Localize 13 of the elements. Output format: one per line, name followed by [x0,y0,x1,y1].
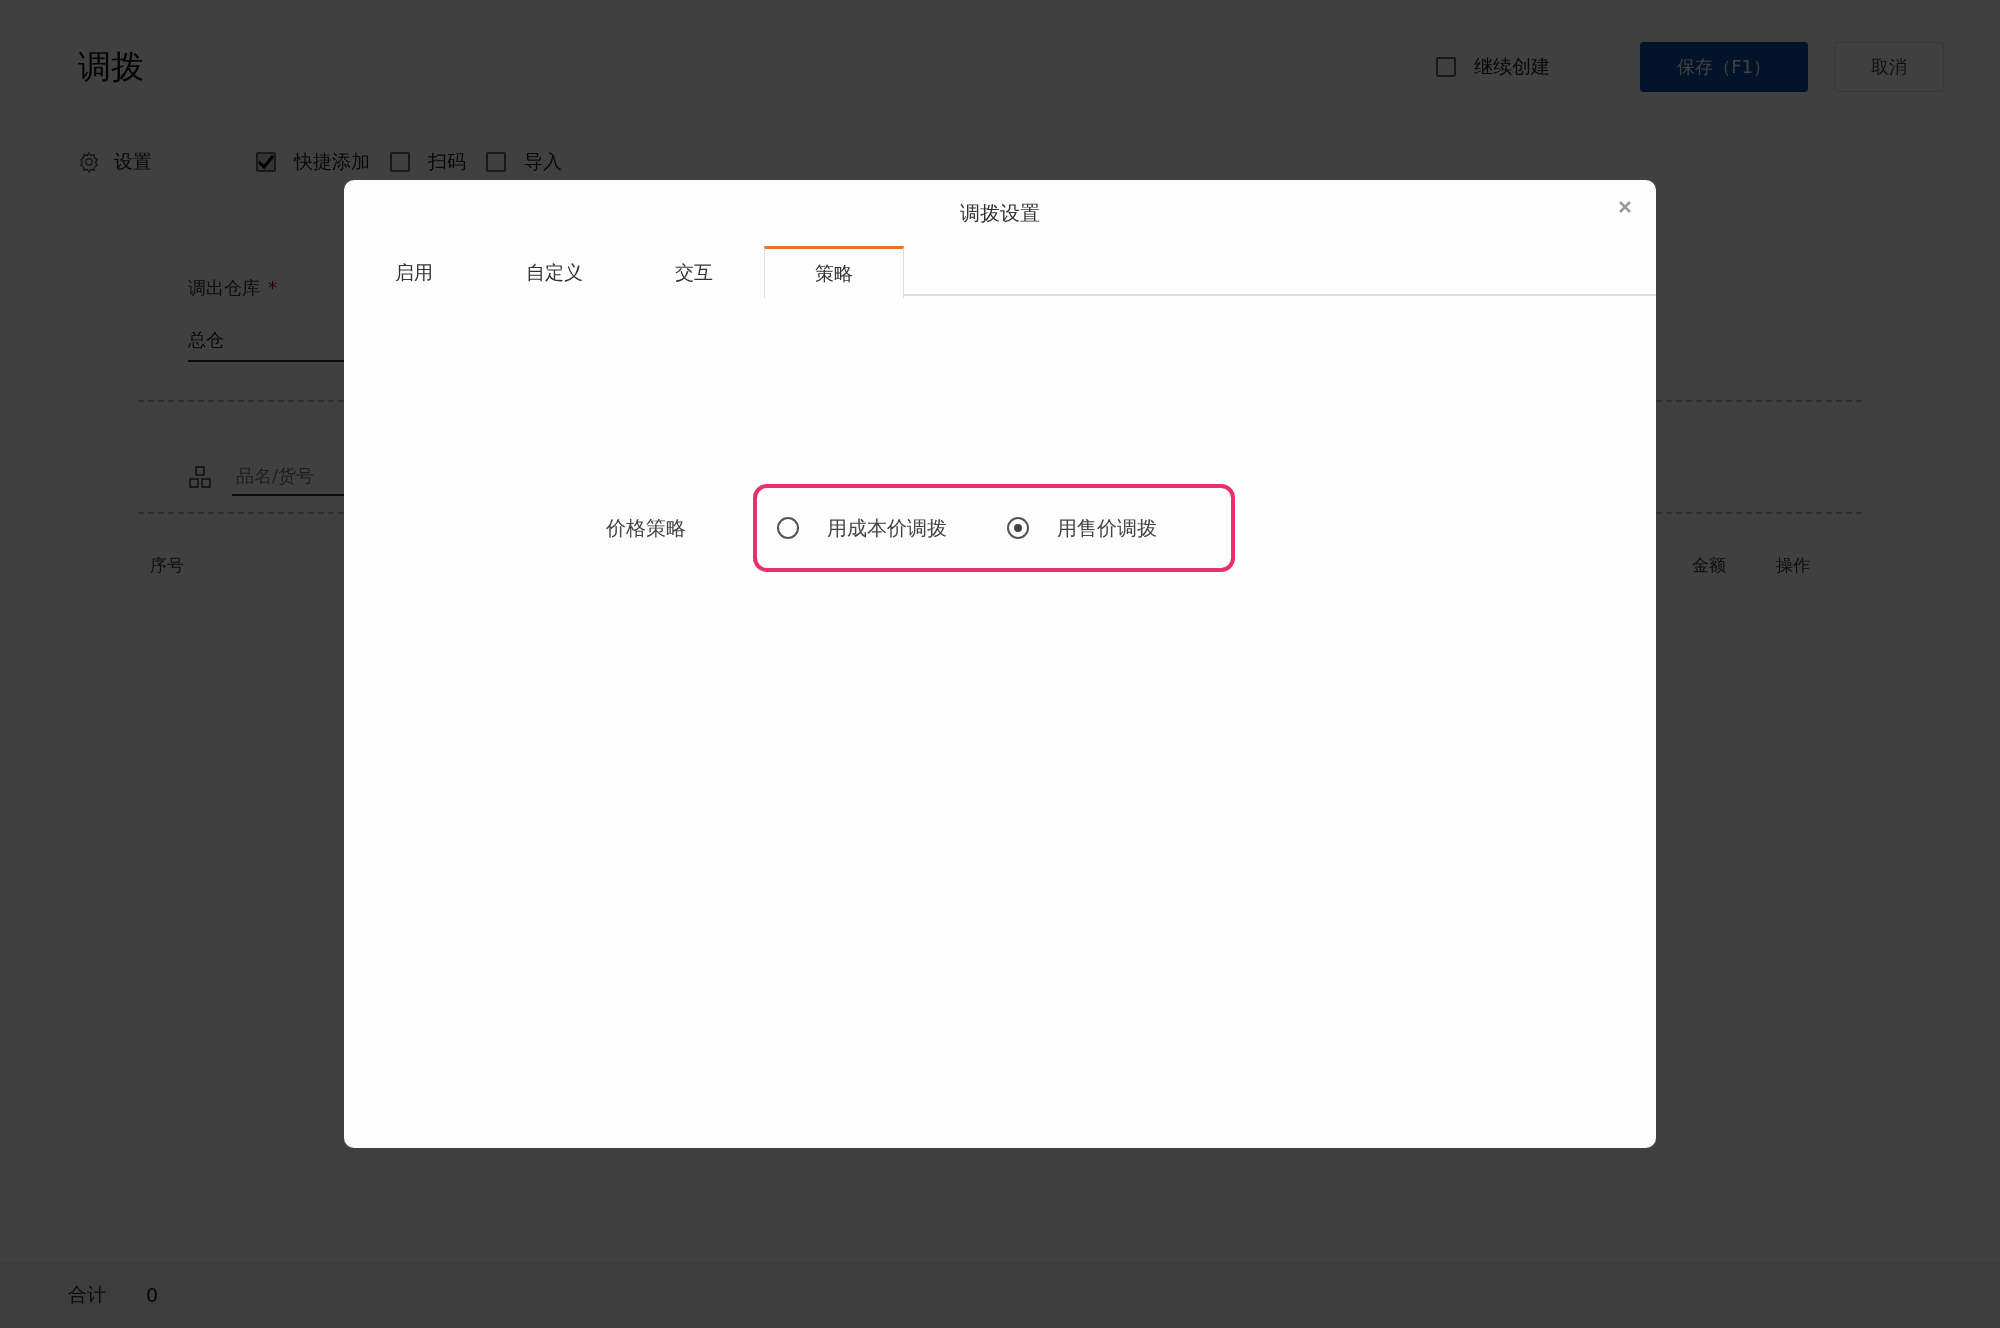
checkbox-label: 继续创建 [1474,54,1551,79]
radio-label[interactable]: 用成本价调拨 [827,514,947,542]
checkbox-label: 导入 [524,149,562,174]
checkbox-label: 快捷添加 [294,149,370,174]
checkbox-label: 扫码 [428,149,466,174]
page-title: 调拨 [78,45,145,88]
dialog-title: 调拨设置 [960,199,1040,227]
radio-label[interactable]: 用售价调拨 [1057,514,1157,542]
tab[interactable]: 策略 [764,246,904,298]
radio-button[interactable] [1007,517,1029,539]
radio-button[interactable] [777,517,799,539]
field-label: 价格策略 [606,514,687,542]
close-icon[interactable] [1618,200,1632,214]
